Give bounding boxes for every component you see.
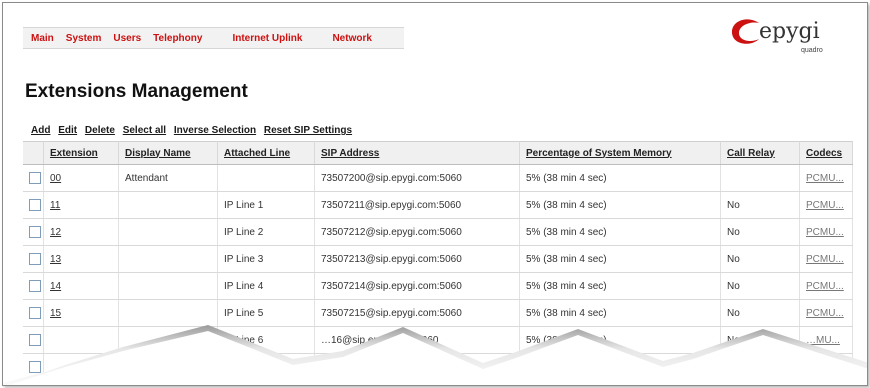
logo-word: epygi [759,19,820,44]
row-checkbox-cell [23,191,44,219]
cell-call-relay [720,164,800,192]
nav-users[interactable]: Users [113,33,141,44]
inverse-selection-link[interactable]: Inverse Selection [174,125,256,136]
col-extension[interactable]: Extension [43,141,119,165]
row-checkbox[interactable] [29,199,41,211]
extension-link[interactable]: 15 [50,308,61,319]
cell-codecs[interactable]: PCMU... [799,245,853,273]
row-checkbox[interactable] [29,253,41,265]
extension-link[interactable]: 13 [50,254,61,265]
nav-network[interactable]: Network [332,33,371,44]
cell-extension[interactable]: 00 [43,164,119,192]
cell-call-relay: No [720,218,800,246]
cell-display-name [118,218,218,246]
cell-codecs[interactable]: PCMU... [799,164,853,192]
torn-edge-decoration [3,325,867,385]
cell-memory: 5% (38 min 4 sec) [519,164,721,192]
cell-sip-address: 73507211@sip.epygi.com:5060 [314,191,520,219]
codecs-link[interactable]: PCMU... [806,173,844,184]
add-link[interactable]: Add [31,125,50,136]
cell-memory: 5% (38 min 4 sec) [519,272,721,300]
extension-link[interactable]: 14 [50,281,61,292]
col-sip-address[interactable]: SIP Address [314,141,520,165]
cell-display-name [118,245,218,273]
row-checkbox-cell [23,218,44,246]
cell-attached-line: IP Line 4 [217,272,315,300]
extension-link[interactable]: 12 [50,227,61,238]
nav-telephony[interactable]: Telephony [153,33,202,44]
col-attached-line[interactable]: Attached Line [217,141,315,165]
cell-call-relay: No [720,272,800,300]
header-checkbox-cell [23,141,44,165]
cell-extension[interactable]: 12 [43,218,119,246]
row-checkbox[interactable] [29,226,41,238]
logo-subtitle: quadro [801,47,823,54]
toolbar: Add Edit Delete Select all Inverse Selec… [31,125,357,136]
extension-link[interactable]: 00 [50,173,61,184]
cell-memory: 5% (38 min 4 sec) [519,245,721,273]
col-call-relay[interactable]: Call Relay [720,141,800,165]
row-checkbox[interactable] [29,307,41,319]
nav-system[interactable]: System [66,33,102,44]
cell-extension[interactable]: 14 [43,272,119,300]
table-row[interactable]: 11 IP Line 1 73507211@sip.epygi.com:5060 5%… [23,191,853,219]
cell-sip-address: 73507214@sip.epygi.com:5060 [314,272,520,300]
extension-link[interactable]: 11 [50,200,60,211]
row-checkbox[interactable] [29,172,41,184]
cell-display-name: Attendant [118,164,218,192]
cell-codecs[interactable]: PCMU... [799,218,853,246]
codecs-link[interactable]: PCMU... [806,254,844,265]
cell-memory: 5% (38 min 4 sec) [519,191,721,219]
cell-sip-address: 73507213@sip.epygi.com:5060 [314,245,520,273]
select-all-link[interactable]: Select all [123,125,166,136]
row-checkbox-cell [23,272,44,300]
page-title: Extensions Management [25,81,248,102]
cell-attached-line: IP Line 2 [217,218,315,246]
nav-internet-uplink[interactable]: Internet Uplink [232,33,302,44]
cell-attached-line: IP Line 1 [217,191,315,219]
cell-codecs[interactable]: PCMU... [799,272,853,300]
cell-display-name [118,272,218,300]
cell-call-relay: No [720,245,800,273]
row-checkbox-cell [23,245,44,273]
col-display-name[interactable]: Display Name [118,141,218,165]
table-row[interactable]: 12 IP Line 2 73507212@sip.epygi.com:5060 5%… [23,218,853,246]
epygi-logo: epygi quadro [729,17,839,55]
cell-memory: 5% (38 min 4 sec) [519,218,721,246]
cell-call-relay: No [720,191,800,219]
codecs-link[interactable]: PCMU... [806,227,844,238]
table-row[interactable]: 13 IP Line 3 73507213@sip.epygi.com:5060 5%… [23,245,853,273]
cell-extension[interactable]: 13 [43,245,119,273]
cell-extension[interactable]: 11 [43,191,119,219]
nav-main[interactable]: Main [31,33,54,44]
cell-attached-line: IP Line 3 [217,245,315,273]
cell-codecs[interactable]: PCMU... [799,191,853,219]
cell-sip-address: 73507200@sip.epygi.com:5060 [314,164,520,192]
cell-sip-address: 73507212@sip.epygi.com:5060 [314,218,520,246]
cell-attached-line [217,164,315,192]
codecs-link[interactable]: PCMU... [806,200,844,211]
row-checkbox[interactable] [29,280,41,292]
table-header-row: Extension Display Name Attached Line SIP… [23,141,853,165]
col-codecs[interactable]: Codecs [799,141,853,165]
col-memory[interactable]: Percentage of System Memory [519,141,721,165]
codecs-link[interactable]: PCMU... [806,281,844,292]
codecs-link[interactable]: PCMU... [806,308,844,319]
cell-display-name [118,191,218,219]
edit-link[interactable]: Edit [58,125,77,136]
table-row[interactable]: 00 Attendant 73507200@sip.epygi.com:5060 5%… [23,164,853,192]
row-checkbox-cell [23,164,44,192]
delete-link[interactable]: Delete [85,125,115,136]
screenshot-frame: Main System Users Telephony Internet Upl… [2,2,868,386]
reset-sip-settings-link[interactable]: Reset SIP Settings [264,125,352,136]
table-row[interactable]: 14 IP Line 4 73507214@sip.epygi.com:5060 5%… [23,272,853,300]
logo-swoosh-icon [731,19,759,44]
top-navigation: Main System Users Telephony Internet Upl… [23,27,404,49]
